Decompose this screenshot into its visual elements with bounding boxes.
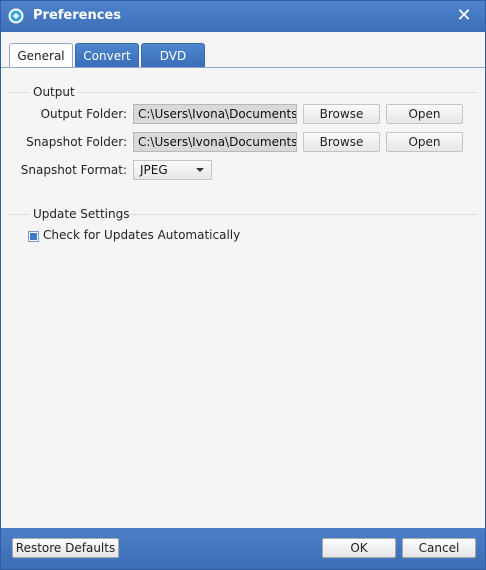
tab-dvd[interactable]: DVD	[141, 43, 205, 68]
update-group-title: Update Settings	[33, 207, 130, 221]
output-group-line	[77, 92, 477, 93]
tab-general[interactable]: General	[9, 43, 73, 69]
snapshot-open-button[interactable]: Open	[386, 132, 463, 152]
title-bar: Preferences ✕	[1, 1, 485, 32]
restore-defaults-button[interactable]: Restore Defaults	[12, 538, 119, 558]
dropdown-arrow-icon	[196, 168, 204, 172]
preferences-window: Preferences ✕ General Convert DVD Output…	[0, 0, 486, 570]
app-logo-icon	[8, 8, 24, 24]
tab-strip: General Convert DVD	[1, 32, 485, 69]
update-group-line	[129, 214, 477, 215]
close-icon: ✕	[456, 5, 472, 26]
cancel-button[interactable]: Cancel	[402, 538, 476, 558]
check-updates-label[interactable]: Check for Updates Automatically	[43, 228, 240, 242]
output-group-line-left	[9, 92, 29, 93]
output-folder-field[interactable]: C:\Users\Ivona\Documents	[133, 104, 297, 124]
update-group-line-left	[9, 214, 29, 215]
dialog-footer: Restore Defaults OK Cancel	[1, 528, 485, 569]
output-folder-label: Output Folder:	[40, 107, 127, 121]
ok-button[interactable]: OK	[322, 538, 396, 558]
output-browse-button[interactable]: Browse	[303, 104, 380, 124]
snapshot-format-select[interactable]: JPEG	[133, 160, 212, 180]
output-group-title: Output	[33, 85, 75, 99]
check-updates-checkbox[interactable]	[28, 231, 39, 242]
snapshot-folder-field[interactable]: C:\Users\Ivona\Documents	[133, 132, 297, 152]
snapshot-browse-button[interactable]: Browse	[303, 132, 380, 152]
general-panel: Output Output Folder: C:\Users\Ivona\Doc…	[1, 68, 485, 528]
snapshot-format-value: JPEG	[140, 163, 168, 177]
tab-convert[interactable]: Convert	[75, 43, 139, 68]
output-open-button[interactable]: Open	[386, 104, 463, 124]
snapshot-folder-label: Snapshot Folder:	[26, 135, 127, 149]
window-title: Preferences	[33, 8, 121, 23]
checkmark-icon	[30, 233, 37, 240]
snapshot-format-label: Snapshot Format:	[20, 163, 127, 177]
close-button[interactable]: ✕	[455, 7, 473, 25]
